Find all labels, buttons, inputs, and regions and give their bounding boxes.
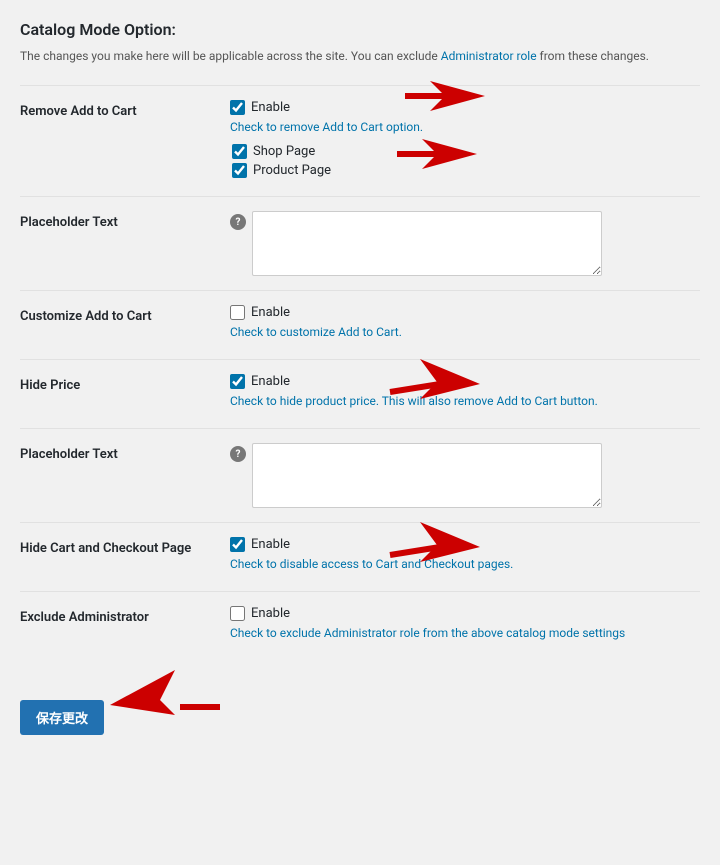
sub-checkboxes-remove-add-to-cart: Shop Page Product Page: [232, 144, 700, 178]
shop-page-row: Shop Page: [232, 144, 700, 159]
label-enable-customize[interactable]: Enable: [251, 305, 290, 320]
row-hide-price: Hide Price Enable Check to hide product …: [20, 360, 700, 429]
arrow-remove-add-to-cart: [400, 76, 490, 116]
control-remove-add-to-cart: Enable Check to remove Add to Cart optio…: [220, 86, 700, 197]
help-text-customize: Check to customize Add to Cart.: [230, 325, 700, 339]
label-enable-exclude-admin[interactable]: Enable: [251, 606, 290, 621]
enable-row-hide-price: Enable: [230, 374, 700, 389]
label-enable-hide-cart[interactable]: Enable: [251, 537, 290, 552]
placeholder-textarea-2[interactable]: [252, 443, 602, 508]
checkbox-customize-add-to-cart[interactable]: [230, 305, 245, 320]
label-placeholder-text-1: Placeholder Text: [20, 197, 220, 291]
help-text-hide-price: Check to hide product price. This will a…: [230, 394, 700, 408]
product-page-row: Product Page: [232, 163, 700, 178]
intro-text: The changes you make here will be applic…: [20, 47, 700, 65]
row-customize-add-to-cart: Customize Add to Cart Enable Check to cu…: [20, 291, 700, 360]
enable-row-remove-add-to-cart: Enable: [230, 100, 700, 115]
save-button[interactable]: 保存更改: [20, 700, 104, 735]
row-exclude-administrator: Exclude Administrator Enable Check to ex…: [20, 592, 700, 661]
checkbox-hide-cart-checkout[interactable]: [230, 537, 245, 552]
help-icon-2[interactable]: ?: [230, 446, 246, 462]
control-customize-add-to-cart: Enable Check to customize Add to Cart.: [220, 291, 700, 360]
help-text-remove-add-to-cart: Check to remove Add to Cart option.: [230, 120, 700, 134]
row-remove-add-to-cart: Remove Add to Cart Enable Check to remov…: [20, 86, 700, 197]
label-product-page[interactable]: Product Page: [253, 163, 331, 178]
label-customize-add-to-cart: Customize Add to Cart: [20, 291, 220, 360]
help-icon-1[interactable]: ?: [230, 214, 246, 230]
control-placeholder-text-2: ?: [220, 429, 700, 523]
help-text-hide-cart: Check to disable access to Cart and Chec…: [230, 557, 700, 571]
help-text-exclude-admin: Check to exclude Administrator role from…: [230, 626, 700, 640]
control-hide-cart-checkout: Enable Check to disable access to Cart a…: [220, 523, 700, 592]
control-hide-price: Enable Check to hide product price. This…: [220, 360, 700, 429]
control-placeholder-text-1: ?: [220, 197, 700, 291]
row-hide-cart-checkout: Hide Cart and Checkout Page Enable Check…: [20, 523, 700, 592]
arrow-save-button: [105, 665, 225, 720]
placeholder-textarea-1[interactable]: [252, 211, 602, 276]
enable-row-exclude-admin: Enable: [230, 606, 700, 621]
admin-role-link[interactable]: Administrator role: [441, 49, 537, 63]
checkbox-shop-page[interactable]: [232, 144, 247, 159]
label-enable-remove-add-to-cart[interactable]: Enable: [251, 100, 290, 115]
page-title: Catalog Mode Option:: [20, 20, 700, 39]
checkbox-exclude-administrator[interactable]: [230, 606, 245, 621]
enable-row-hide-cart: Enable: [230, 537, 700, 552]
checkbox-product-page[interactable]: [232, 163, 247, 178]
row-placeholder-text-1: Placeholder Text ?: [20, 197, 700, 291]
label-enable-hide-price[interactable]: Enable: [251, 374, 290, 389]
enable-row-customize: Enable: [230, 305, 700, 320]
label-exclude-administrator: Exclude Administrator: [20, 592, 220, 661]
settings-table: Remove Add to Cart Enable Check to remov…: [20, 85, 700, 660]
textarea-wrapper-1: ?: [230, 211, 700, 276]
label-shop-page[interactable]: Shop Page: [253, 144, 315, 159]
textarea-wrapper-2: ?: [230, 443, 700, 508]
label-hide-price: Hide Price: [20, 360, 220, 429]
label-placeholder-text-2: Placeholder Text: [20, 429, 220, 523]
label-hide-cart-checkout: Hide Cart and Checkout Page: [20, 523, 220, 592]
checkbox-remove-add-to-cart[interactable]: [230, 100, 245, 115]
row-placeholder-text-2: Placeholder Text ?: [20, 429, 700, 523]
checkbox-hide-price[interactable]: [230, 374, 245, 389]
control-exclude-administrator: Enable Check to exclude Administrator ro…: [220, 592, 700, 661]
label-remove-add-to-cart: Remove Add to Cart: [20, 86, 220, 197]
